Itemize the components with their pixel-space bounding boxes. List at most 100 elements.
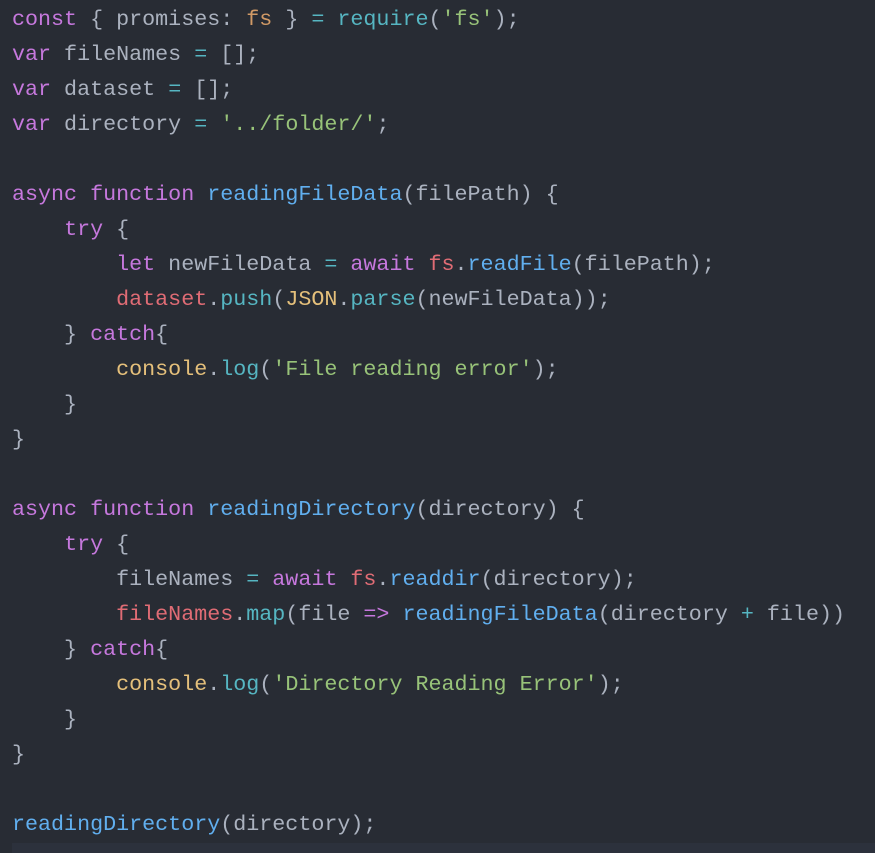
code-line: fileNames = await fs.readdir(directory);: [12, 562, 845, 597]
keyword-token: await: [272, 567, 338, 592]
method-token: require: [337, 7, 429, 32]
variable-token: dataset: [116, 287, 208, 312]
code-line: try {: [12, 527, 845, 562]
function-name-token: readFile: [467, 252, 572, 277]
text-token: }: [12, 742, 26, 767]
code-line: try {: [12, 212, 845, 247]
keyword-token: function: [90, 497, 195, 522]
code-line: var dataset = [];: [12, 72, 845, 107]
keyword-token: let: [116, 252, 156, 277]
method-token: log: [220, 357, 260, 382]
text-token: [];: [181, 77, 234, 102]
string-token: 'File reading error': [272, 357, 533, 382]
code-line: let newFileData = await fs.readFile(file…: [12, 247, 845, 282]
text-token: (: [259, 672, 273, 697]
text-token: { promises:: [77, 7, 247, 32]
code-line: dataset.push(JSON.parse(newFileData));: [12, 282, 845, 317]
text-token: (file: [285, 602, 364, 627]
operator-token: +: [740, 602, 754, 627]
text-token: (: [259, 357, 273, 382]
method-token: map: [246, 602, 286, 627]
text-token: {: [103, 217, 130, 242]
keyword-token: =>: [363, 602, 390, 627]
text-token: (filePath) {: [402, 182, 559, 207]
function-name-token: readingFileData: [402, 602, 598, 627]
text-token: .: [337, 287, 351, 312]
keyword-token: const: [12, 7, 78, 32]
keyword-token: var: [12, 77, 52, 102]
variable-token: fs: [428, 252, 455, 277]
object-token: console: [116, 672, 208, 697]
keyword-token: try: [64, 217, 104, 242]
operator-token: =: [168, 77, 182, 102]
text-token: file)): [753, 602, 845, 627]
keyword-token: try: [64, 532, 104, 557]
code-line: console.log('Directory Reading Error');: [12, 667, 845, 702]
keyword-token: catch: [90, 637, 156, 662]
text-token: dataset: [51, 77, 169, 102]
string-token: 'fs': [441, 7, 494, 32]
code-line: } catch{: [12, 317, 845, 352]
operator-token: =: [311, 7, 325, 32]
code-line: var fileNames = [];: [12, 37, 845, 72]
text-token: fileNames: [51, 42, 195, 67]
text-token: }: [12, 637, 91, 662]
operator-token: =: [246, 567, 260, 592]
code-line: const { promises: fs } = require('fs');: [12, 2, 845, 37]
text-token: }: [12, 322, 91, 347]
text-token: (: [428, 7, 442, 32]
keyword-token: async: [12, 182, 78, 207]
text-token: .: [207, 357, 221, 382]
text-token: (: [272, 287, 286, 312]
code-editor[interactable]: const { promises: fs } = require('fs'); v…: [12, 2, 845, 842]
code-line: fileNames.map(file => readingFileData(di…: [12, 597, 845, 632]
text-token: [];: [207, 42, 260, 67]
text-token: );: [532, 357, 559, 382]
text-token: .: [233, 602, 247, 627]
text-token: fileNames: [12, 567, 247, 592]
function-name-token: readingDirectory: [12, 812, 221, 837]
code-line: async function readingDirectory(director…: [12, 492, 845, 527]
keyword-token: var: [12, 42, 52, 67]
keyword-token: catch: [90, 322, 156, 347]
code-line: }: [12, 702, 845, 737]
text-token: (directory);: [220, 812, 377, 837]
text-token: .: [207, 672, 221, 697]
code-line: console.log('File reading error');: [12, 352, 845, 387]
text-token: .: [454, 252, 468, 277]
code-line: }: [12, 737, 845, 772]
text-token: .: [376, 567, 390, 592]
variable-token: fileNames: [116, 602, 234, 627]
text-token: }: [12, 427, 26, 452]
function-name-token: readdir: [389, 567, 481, 592]
code-line: async function readingFileData(filePath)…: [12, 177, 845, 212]
variable-token: fs: [350, 567, 377, 592]
text-token: (filePath);: [571, 252, 715, 277]
text-token: );: [597, 672, 624, 697]
text-token: (directory);: [480, 567, 637, 592]
string-token: 'Directory Reading Error': [272, 672, 598, 697]
text-token: (directory) {: [415, 497, 585, 522]
code-line: } catch{: [12, 632, 845, 667]
string-token: '../folder/': [220, 112, 377, 137]
operator-token: =: [194, 42, 208, 67]
code-line: }: [12, 422, 845, 457]
method-token: log: [220, 672, 260, 697]
current-line-highlight: [12, 843, 875, 853]
text-token: (newFileData));: [415, 287, 611, 312]
text-token: {: [103, 532, 130, 557]
